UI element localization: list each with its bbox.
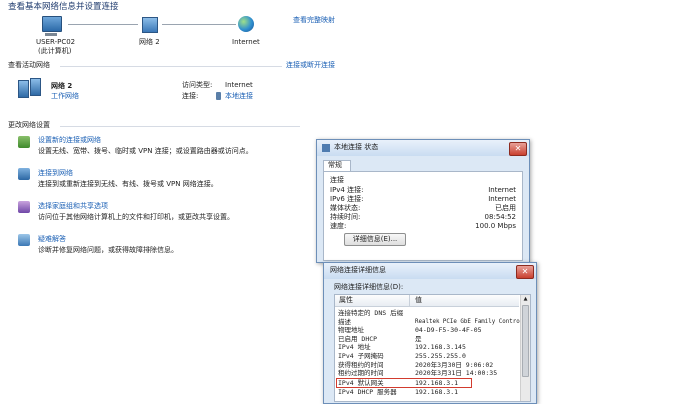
status-row: IPv4 连接: Internet xyxy=(330,186,516,195)
task-title[interactable]: 设置新的连接或网络 xyxy=(38,136,101,145)
status-value: 100.0 Mbps xyxy=(475,222,516,230)
divider xyxy=(60,126,300,127)
list-item[interactable]: IPv4 地址 192.168.3.145 xyxy=(338,343,520,352)
map-internet-label: Internet xyxy=(232,38,260,46)
access-type-label: 访问类型: xyxy=(182,81,213,89)
status-label: 媒体状态: xyxy=(330,204,361,212)
scroll-up-icon[interactable]: ▲ xyxy=(521,295,530,303)
access-type-value: Internet xyxy=(225,81,253,89)
divider xyxy=(60,66,282,67)
status-value: Internet xyxy=(488,195,516,203)
page-title: 查看基本网络信息并设置连接 xyxy=(8,2,119,12)
connect-disconnect-link[interactable]: 连接或断开连接 xyxy=(286,61,335,70)
connect-network-icon xyxy=(18,168,30,180)
task-desc: 诊断并修复网络问题，或获得故障排除信息。 xyxy=(38,246,178,254)
details-button[interactable]: 详细信息(E)... xyxy=(344,233,406,246)
map-link-line xyxy=(162,24,236,25)
status-panel: 连接 IPv4 连接: Internet IPv6 连接: Internet 媒体状… xyxy=(323,171,523,261)
list-item[interactable]: 描述 Realtek PCIe GbE Family Contro xyxy=(338,318,520,327)
computer-name: USER-PC02 xyxy=(36,38,76,46)
computer-icon xyxy=(42,16,62,36)
status-label: IPv6 连接: xyxy=(330,195,364,203)
computer-sub: (此计算机) xyxy=(38,47,72,55)
full-map-link[interactable]: 查看完整映射 xyxy=(293,16,335,25)
list-header xyxy=(335,295,519,307)
status-row: 媒体状态: 已启用 xyxy=(330,204,516,213)
task-desc: 设置无线、宽带、拨号、临时或 VPN 连接；或设置路由器或访问点。 xyxy=(38,147,253,155)
task-title[interactable]: 疑难解答 xyxy=(38,235,66,244)
work-network-icon xyxy=(18,78,44,98)
status-dialog: 本地连接 状态 ✕ 常规 连接 IPv4 连接: Internet IPv6 连接… xyxy=(316,139,530,263)
details-dialog: 网络连接详细信息 ✕ 网络连接详细信息(D): 属性 值 连接特定的 DNS 后… xyxy=(323,262,537,404)
new-connection-icon xyxy=(18,136,30,148)
task-desc: 连接到或重新连接到无线、有线、拨号或 VPN 网络连接。 xyxy=(38,180,218,188)
status-label: 速度: xyxy=(330,222,347,230)
list-item[interactable]: IPv4 DHCP 服务器 192.168.3.1 xyxy=(338,388,520,397)
local-connection-link[interactable]: 本地连接 xyxy=(225,92,253,101)
task-title[interactable]: 选择家庭组和共享选项 xyxy=(38,202,108,211)
network-type-link[interactable]: 工作网络 xyxy=(51,92,79,101)
map-link-line xyxy=(68,24,138,25)
list-item[interactable]: 租约过期的时间 2020年3月31日 14:00:35 xyxy=(338,369,520,378)
status-dialog-title: 本地连接 状态 xyxy=(334,143,379,151)
network-icon xyxy=(142,17,158,33)
details-list[interactable]: 属性 值 连接特定的 DNS 后缀 描述 Realtek PCIe GbE Fam… xyxy=(334,294,531,402)
scroll-thumb[interactable] xyxy=(522,305,529,377)
list-item[interactable]: 物理地址 04-D9-F5-30-4F-05 xyxy=(338,326,520,335)
list-item[interactable]: 连接特定的 DNS 后缀 xyxy=(338,309,520,318)
active-networks-header: 查看活动网络 xyxy=(8,61,50,69)
close-icon[interactable]: ✕ xyxy=(509,142,527,156)
internet-globe-icon xyxy=(238,16,254,32)
connections-label: 连接: xyxy=(182,92,199,100)
column-divider[interactable] xyxy=(409,295,410,306)
connection-icon xyxy=(322,144,330,152)
map-network-name: 网络 2 xyxy=(139,38,160,46)
active-network-name: 网络 2 xyxy=(51,82,73,90)
status-value: 08:54:52 xyxy=(484,213,516,221)
close-icon[interactable]: ✕ xyxy=(516,265,534,279)
vertical-scrollbar[interactable]: ▲ xyxy=(520,295,530,401)
details-dialog-title: 网络连接详细信息 xyxy=(330,266,386,274)
ethernet-icon xyxy=(216,92,221,100)
list-item[interactable]: 获得租约的时间 2020年3月30日 9:06:02 xyxy=(338,361,520,370)
group-label: 连接 xyxy=(330,176,344,184)
list-item[interactable]: IPv4 子网掩码 255.255.255.0 xyxy=(338,352,520,361)
column-header-property[interactable]: 属性 xyxy=(339,296,353,305)
details-caption: 网络连接详细信息(D): xyxy=(334,283,404,291)
status-value: Internet xyxy=(488,186,516,194)
column-header-value[interactable]: 值 xyxy=(415,296,422,305)
task-title[interactable]: 连接到网络 xyxy=(38,169,73,178)
status-row: IPv6 连接: Internet xyxy=(330,195,516,204)
list-item-highlighted[interactable]: IPv4 默认网关 192.168.3.1 xyxy=(336,377,472,389)
status-row: 速度: 100.0 Mbps xyxy=(330,222,516,231)
status-label: IPv4 连接: xyxy=(330,186,364,194)
homegroup-icon xyxy=(18,201,30,213)
troubleshoot-icon xyxy=(18,234,30,246)
task-desc: 访问位于其他网络计算机上的文件和打印机，或更改共享设置。 xyxy=(38,213,234,221)
status-value: 已启用 xyxy=(495,204,516,212)
status-row: 持续时间: 08:54:52 xyxy=(330,213,516,222)
status-label: 持续时间: xyxy=(330,213,361,221)
change-settings-header: 更改网络设置 xyxy=(8,121,50,129)
